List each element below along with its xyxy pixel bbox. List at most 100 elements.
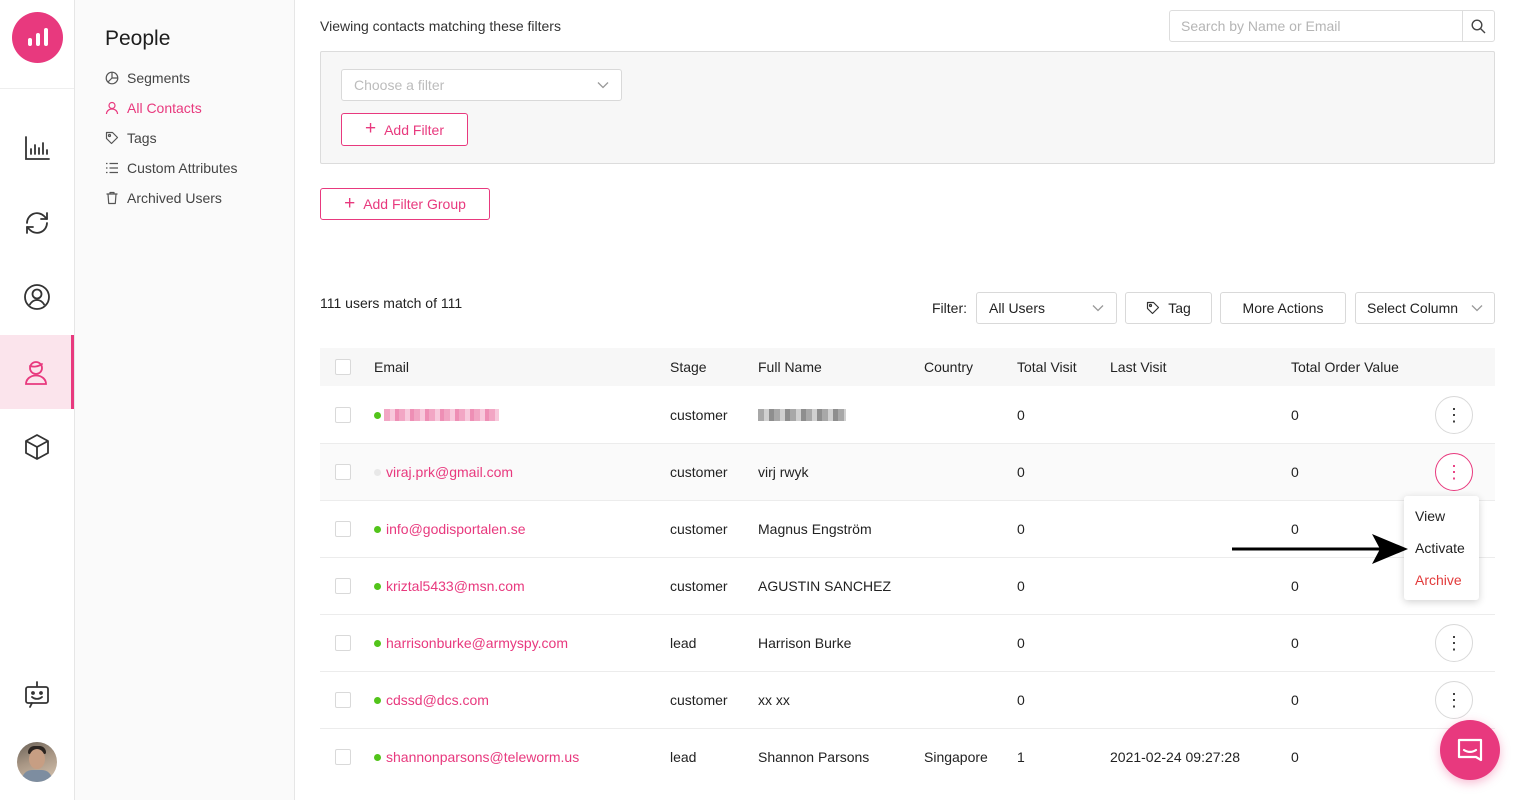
rail-people[interactable] [0,335,74,409]
email-link[interactable]: info@godisportalen.se [386,521,526,537]
search-box [1169,10,1495,42]
tag-button[interactable]: Tag [1125,292,1212,324]
visits-cell: 0 [1017,407,1025,423]
order-value-cell: 0 [1291,635,1299,651]
row-checkbox[interactable] [335,749,351,765]
plus-icon: + [364,118,377,139]
rail-analytics[interactable] [0,111,74,185]
tag-icon [1147,301,1160,315]
user-filter-select[interactable]: All Users [976,292,1117,324]
row-checkbox[interactable] [335,635,351,651]
contact-circle-icon [24,284,50,310]
more-actions-label: More Actions [1242,300,1324,316]
name-cell: AGUSTIN SANCHEZ [758,578,892,594]
more-actions-button[interactable]: More Actions [1220,292,1346,324]
nav-item-segments[interactable]: Segments [105,70,190,86]
plus-icon: + [344,192,356,214]
table-row[interactable]: customer 0 0 ⋮ [320,387,1495,444]
stage-cell: customer [670,692,728,708]
stage-cell: customer [670,464,728,480]
people-icon [24,361,47,385]
app-logo[interactable] [12,12,63,63]
status-dot [374,583,381,590]
order-value-cell: 0 [1291,464,1299,480]
rail-sync[interactable] [0,186,74,260]
select-all-checkbox[interactable] [335,359,351,375]
menu-item-archive[interactable]: Archive [1415,572,1462,588]
rail-bot[interactable] [0,657,74,731]
nav-item-all-contacts[interactable]: All Contacts [105,100,202,116]
menu-item-activate[interactable]: Activate [1415,540,1465,556]
search-icon [1471,18,1486,33]
table-header: Email Stage Full Name Country Total Visi… [320,348,1495,386]
filter-select[interactable]: Choose a filter [341,69,622,101]
row-checkbox[interactable] [335,464,351,480]
filters-heading: Viewing contacts matching these filters [320,18,561,34]
row-actions-button[interactable]: ⋮ [1435,681,1473,719]
last-visit-cell: 2021-02-24 09:27:28 [1110,749,1240,765]
status-dot [374,640,381,647]
row-checkbox[interactable] [335,407,351,423]
column-header[interactable]: Total Visit [1017,359,1077,375]
name-cell: Magnus Engström [758,521,872,537]
column-header[interactable]: Full Name [758,359,822,375]
email-link[interactable]: viraj.prk@gmail.com [386,464,513,480]
chevron-down-icon [1092,305,1104,312]
chevron-down-icon [1471,305,1483,312]
table-row[interactable]: viraj.prk@gmail.com customer virj rwyk 0… [320,444,1495,501]
add-filter-button[interactable]: + Add Filter [341,113,468,146]
table-row[interactable]: harrisonburke@armyspy.com lead Harrison … [320,615,1495,672]
search-input[interactable] [1170,11,1462,41]
column-header[interactable]: Email [374,359,409,375]
name-cell: Shannon Parsons [758,749,870,765]
visits-cell: 0 [1017,635,1025,651]
email-link[interactable]: harrisonburke@armyspy.com [386,635,568,651]
visits-cell: 0 [1017,578,1025,594]
email-link[interactable]: kriztal5433@msn.com [386,578,525,594]
add-filter-group-button[interactable]: + Add Filter Group [320,188,490,220]
table-row[interactable]: cdssd@dcs.com customer xx xx 0 0 ⋮ [320,672,1495,729]
rail-divider [0,88,74,89]
column-header[interactable]: Last Visit [1110,359,1167,375]
row-checkbox[interactable] [335,692,351,708]
column-header[interactable]: Country [924,359,973,375]
row-checkbox[interactable] [335,521,351,537]
column-header[interactable]: Stage [670,359,707,375]
nav-item-custom-attributes[interactable]: Custom Attributes [105,160,238,176]
stage-cell: customer [670,521,728,537]
search-button[interactable] [1462,11,1494,41]
user-filter-value: All Users [989,300,1046,316]
menu-item-view[interactable]: View [1415,508,1445,524]
table-row[interactable]: shannonparsons@teleworm.us lead Shannon … [320,729,1495,786]
rail-products[interactable] [0,410,74,484]
status-dot [374,469,381,476]
list-icon [106,162,118,174]
status-dot [374,526,381,533]
redacted-name [758,409,846,421]
select-column-dropdown[interactable]: Select Column [1355,292,1495,324]
more-vertical-icon: ⋮ [1445,462,1463,482]
user-avatar[interactable] [17,742,57,782]
main-content: Viewing contacts matching these filters … [295,0,1520,800]
email-link[interactable]: cdssd@dcs.com [386,692,489,708]
chat-launcher-button[interactable] [1440,720,1500,780]
name-cell: Harrison Burke [758,635,852,651]
row-checkbox[interactable] [335,578,351,594]
redacted-email[interactable] [384,409,499,421]
add-filter-label: Add Filter [384,121,445,138]
nav-item-tags[interactable]: Tags [105,130,157,146]
stage-cell: lead [670,749,697,765]
email-link[interactable]: shannonparsons@teleworm.us [386,749,579,765]
row-actions-button[interactable]: ⋮ [1435,453,1473,491]
nav-label-all-contacts: All Contacts [127,100,202,116]
row-actions-button[interactable]: ⋮ [1435,396,1473,434]
rail-contacts[interactable] [0,260,74,334]
column-header[interactable]: Total Order Value [1291,359,1399,375]
nav-label-custom-attributes: Custom Attributes [127,160,238,176]
nav-label-segments: Segments [127,70,191,86]
row-actions-button[interactable]: ⋮ [1435,624,1473,662]
nav-item-archived-users[interactable]: Archived Users [105,190,222,206]
status-dot [374,697,381,704]
name-cell: xx xx [758,692,790,708]
cube-icon [25,434,49,460]
